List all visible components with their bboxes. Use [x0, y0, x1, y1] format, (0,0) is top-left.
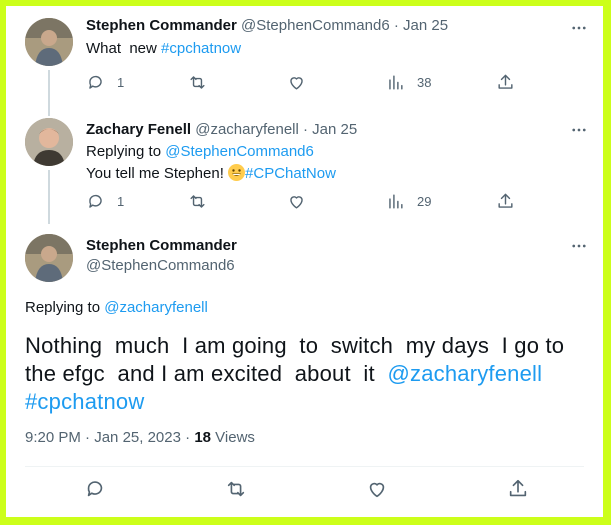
tweet-1[interactable]: Stephen Commander @StephenCommand6 · Jan… [6, 6, 603, 114]
retweet-button[interactable] [188, 189, 207, 213]
reply-count: 1 [117, 74, 125, 90]
reply-icon [87, 481, 103, 497]
tweet-text: What new #cpchatnow [86, 38, 591, 59]
reply-button[interactable]: 1 [86, 189, 124, 213]
handle[interactable]: @StephenCommand6 [241, 17, 390, 34]
hashtag-link[interactable]: #cpchatnow [25, 389, 144, 414]
tweet-text: You tell me Stephen! #CPChatNow [86, 163, 591, 184]
main-action-bar [25, 477, 584, 511]
display-name[interactable]: Zachary Fenell [86, 121, 191, 138]
tweet-date[interactable]: Jan 25 [403, 17, 448, 34]
heart-icon [369, 482, 385, 498]
grinning-emoji-icon [228, 164, 246, 181]
reply-icon [89, 75, 102, 89]
separator: · [180, 429, 195, 446]
reply-button[interactable]: 1 [86, 70, 124, 94]
replying-label: Replying to [25, 299, 105, 316]
reply-button[interactable] [84, 477, 106, 501]
retweet-icon [190, 75, 205, 89]
views-count: 38 [417, 74, 432, 90]
display-name[interactable]: Stephen Commander [86, 237, 237, 254]
replying-label: Replying to [86, 143, 166, 160]
thread-line [48, 114, 50, 116]
retweet-icon [227, 481, 245, 497]
avatar-stephen[interactable] [25, 234, 73, 282]
thread-line [48, 70, 50, 114]
share-button[interactable] [507, 477, 529, 501]
tweet-time[interactable]: 9:20 PM [25, 429, 81, 446]
action-bar: 1 29 [86, 189, 526, 213]
tweet-text-plain: What new [86, 40, 162, 57]
tweet-date[interactable]: Jan 25, 2023 [94, 429, 181, 446]
more-icon[interactable] [569, 236, 589, 256]
divider [25, 466, 584, 467]
mention-link[interactable]: @zacharyfenell [104, 299, 208, 316]
replying-to: Replying to @zacharyfenell [25, 297, 208, 318]
separator: · [389, 17, 404, 34]
main-tweet-text: Nothing much I am going to switch my day… [25, 332, 593, 416]
thread-line [48, 170, 50, 224]
tweet-date[interactable]: Jan 25 [312, 121, 357, 138]
share-icon [498, 193, 513, 208]
views-button[interactable]: 38 [386, 70, 431, 94]
hashtag-link[interactable]: #cpchatnow [161, 40, 241, 57]
replying-to: Replying to @StephenCommand6 [86, 141, 591, 162]
share-icon [498, 74, 513, 89]
like-button[interactable] [287, 70, 306, 94]
share-button[interactable] [496, 189, 515, 213]
hashtag-link[interactable]: #CPChatNow [245, 165, 336, 182]
share-icon [509, 479, 527, 497]
reply-icon [89, 194, 102, 208]
views-count: 29 [417, 193, 432, 209]
more-icon[interactable] [569, 120, 589, 140]
retweet-icon [190, 194, 205, 208]
tweet-thread: Stephen Commander @StephenCommand6 · Jan… [6, 6, 603, 517]
more-icon[interactable] [569, 18, 589, 38]
views-chart-icon [389, 74, 403, 90]
like-button[interactable] [366, 477, 388, 501]
views-label: Views [211, 429, 255, 446]
like-button[interactable] [287, 189, 306, 213]
separator: · [298, 121, 313, 138]
display-name[interactable]: Stephen Commander [86, 17, 237, 34]
retweet-button[interactable] [225, 477, 247, 501]
tweet-2[interactable]: Zachary Fenell @zacharyfenell · Jan 25 R… [6, 114, 603, 224]
mention-link[interactable]: @zacharyfenell [387, 361, 542, 386]
mention-link[interactable]: @StephenCommand6 [165, 143, 314, 160]
handle[interactable]: @zacharyfenell [195, 121, 299, 138]
views-chart-icon [389, 193, 403, 209]
action-bar: 1 38 [86, 70, 526, 94]
heart-icon [290, 76, 303, 90]
reply-count: 1 [117, 193, 125, 209]
share-button[interactable] [496, 70, 515, 94]
views-button[interactable]: 29 [386, 189, 431, 213]
heart-icon [290, 195, 303, 209]
separator: · [80, 429, 95, 446]
avatar-zachary[interactable] [25, 118, 73, 166]
main-tweet: Stephen Commander @StephenCommand6 Reply… [6, 224, 603, 517]
avatar-stephen[interactable] [25, 18, 73, 66]
retweet-button[interactable] [188, 70, 207, 94]
views-count[interactable]: 18 [194, 429, 211, 446]
handle[interactable]: @StephenCommand6 [86, 257, 235, 274]
tweet-meta: 9:20 PM · Jan 25, 2023 · 18 Views [25, 429, 255, 446]
tweet-text-plain: You tell me Stephen! [86, 165, 229, 182]
